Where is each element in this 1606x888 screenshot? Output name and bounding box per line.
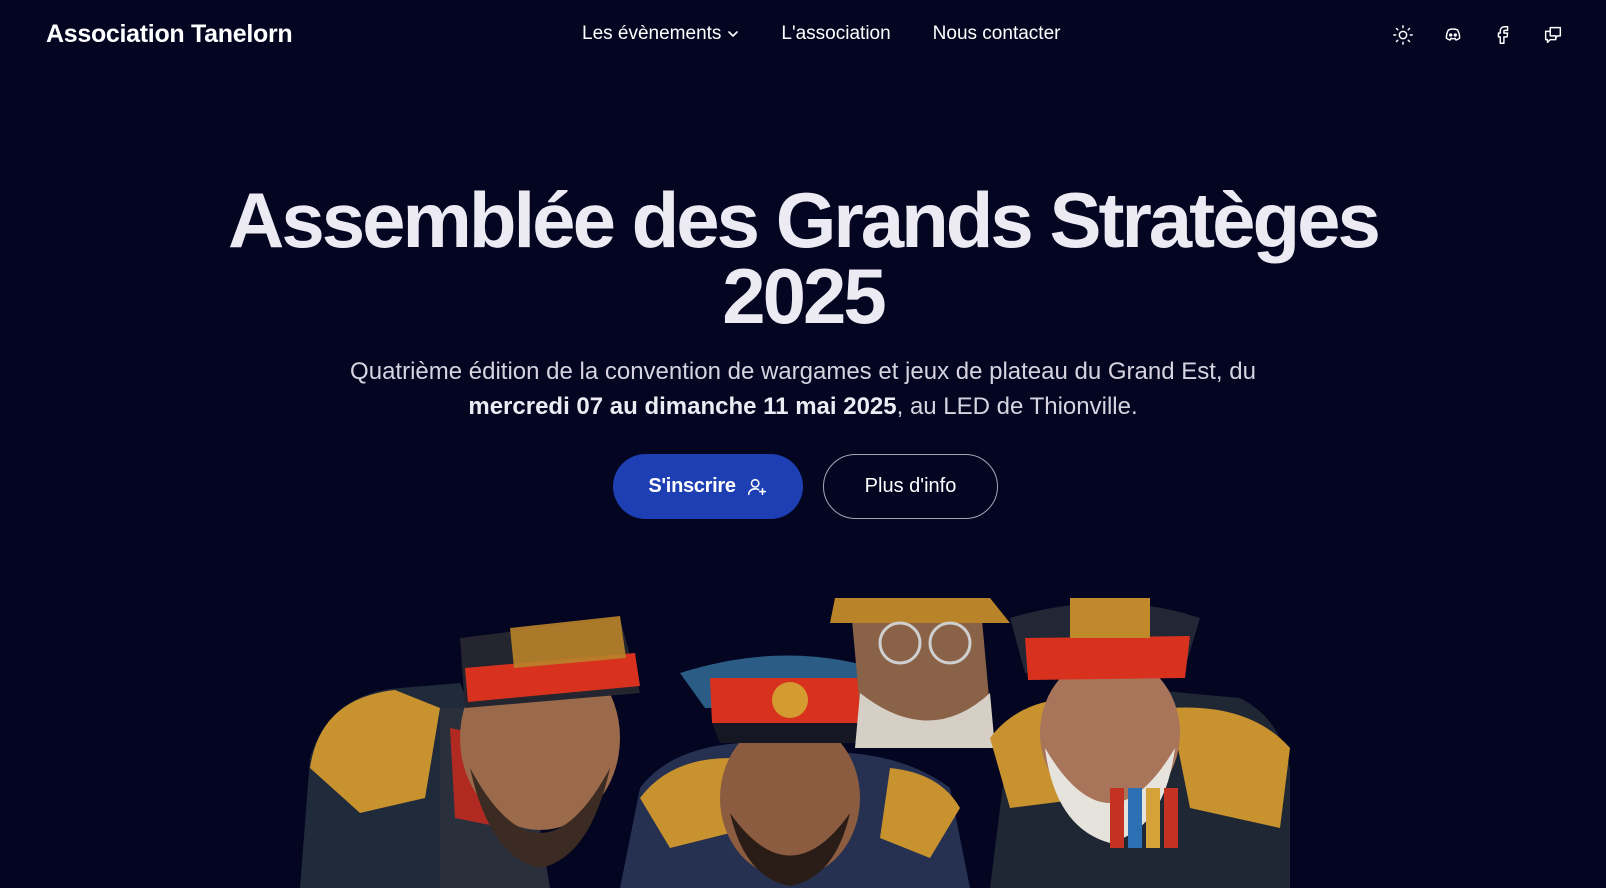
facebook-icon (1497, 26, 1509, 44)
chevron-down-icon (728, 31, 739, 37)
hero-subtitle-part2: , au LED de Thionville. (896, 393, 1138, 420)
hero-subtitle-dates: mercredi 07 au dimanche 11 mai 2025 (468, 393, 897, 420)
nav-item-events[interactable]: Les évènements (582, 23, 739, 45)
hero-subtitle-part1: Quatrième édition de la convention de wa… (350, 358, 1256, 385)
more-info-button[interactable]: Plus d'info (823, 454, 998, 519)
page: Association Tanelorn Les évènements L'as… (0, 0, 1606, 888)
nav-item-events-label: Les évènements (582, 23, 722, 44)
discord-button[interactable] (1440, 22, 1466, 48)
user-plus-icon (747, 478, 766, 495)
hero-actions: S'inscrire Plus d'info (613, 454, 998, 519)
theme-toggle-button[interactable] (1390, 22, 1416, 48)
sun-icon (1393, 25, 1413, 45)
discord-icon (1445, 28, 1461, 41)
nav-item-contact[interactable]: Nous contacter (933, 23, 1061, 45)
site-header: Association Tanelorn Les évènements L'as… (0, 0, 1606, 72)
hero-subtitle: Quatrième édition de la convention de wa… (283, 354, 1323, 424)
hero-title: Assemblée des Grands Stratèges 2025 (0, 181, 1606, 335)
hero-generals-illustration (300, 598, 1290, 888)
main-nav: Les évènements L'association Nous contac… (582, 23, 1060, 45)
facebook-button[interactable] (1490, 22, 1516, 48)
chat-icon (1544, 26, 1562, 44)
chat-button[interactable] (1540, 22, 1566, 48)
nav-item-association[interactable]: L'association (781, 23, 890, 45)
register-button-label: S'inscrire (648, 475, 736, 497)
header-icons (1390, 22, 1566, 48)
register-button[interactable]: S'inscrire (613, 454, 803, 519)
hero-title-line2: 2025 (722, 252, 887, 340)
brand-logo-text[interactable]: Association Tanelorn (46, 20, 293, 49)
hero-title-line1: Assemblée des Grands Stratèges (228, 176, 1381, 264)
